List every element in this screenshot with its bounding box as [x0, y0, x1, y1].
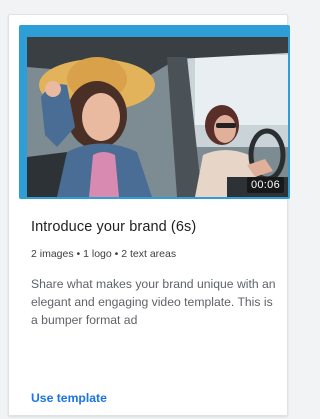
template-meta: 2 images • 1 logo • 2 text areas [31, 248, 177, 260]
template-title: Introduce your brand (6s) [31, 219, 197, 235]
use-template-link[interactable]: Use template [31, 391, 107, 405]
thumbnail-image [27, 37, 288, 197]
template-description: Share what makes your brand unique with … [31, 277, 276, 327]
thumbnail-frame[interactable]: 00:06 [19, 25, 290, 199]
video-thumbnail[interactable]: 00:06 [27, 37, 288, 197]
template-card[interactable]: 00:06 Introduce your brand (6s) 2 images… [8, 14, 290, 416]
video-duration-badge: 00:06 [246, 177, 284, 193]
